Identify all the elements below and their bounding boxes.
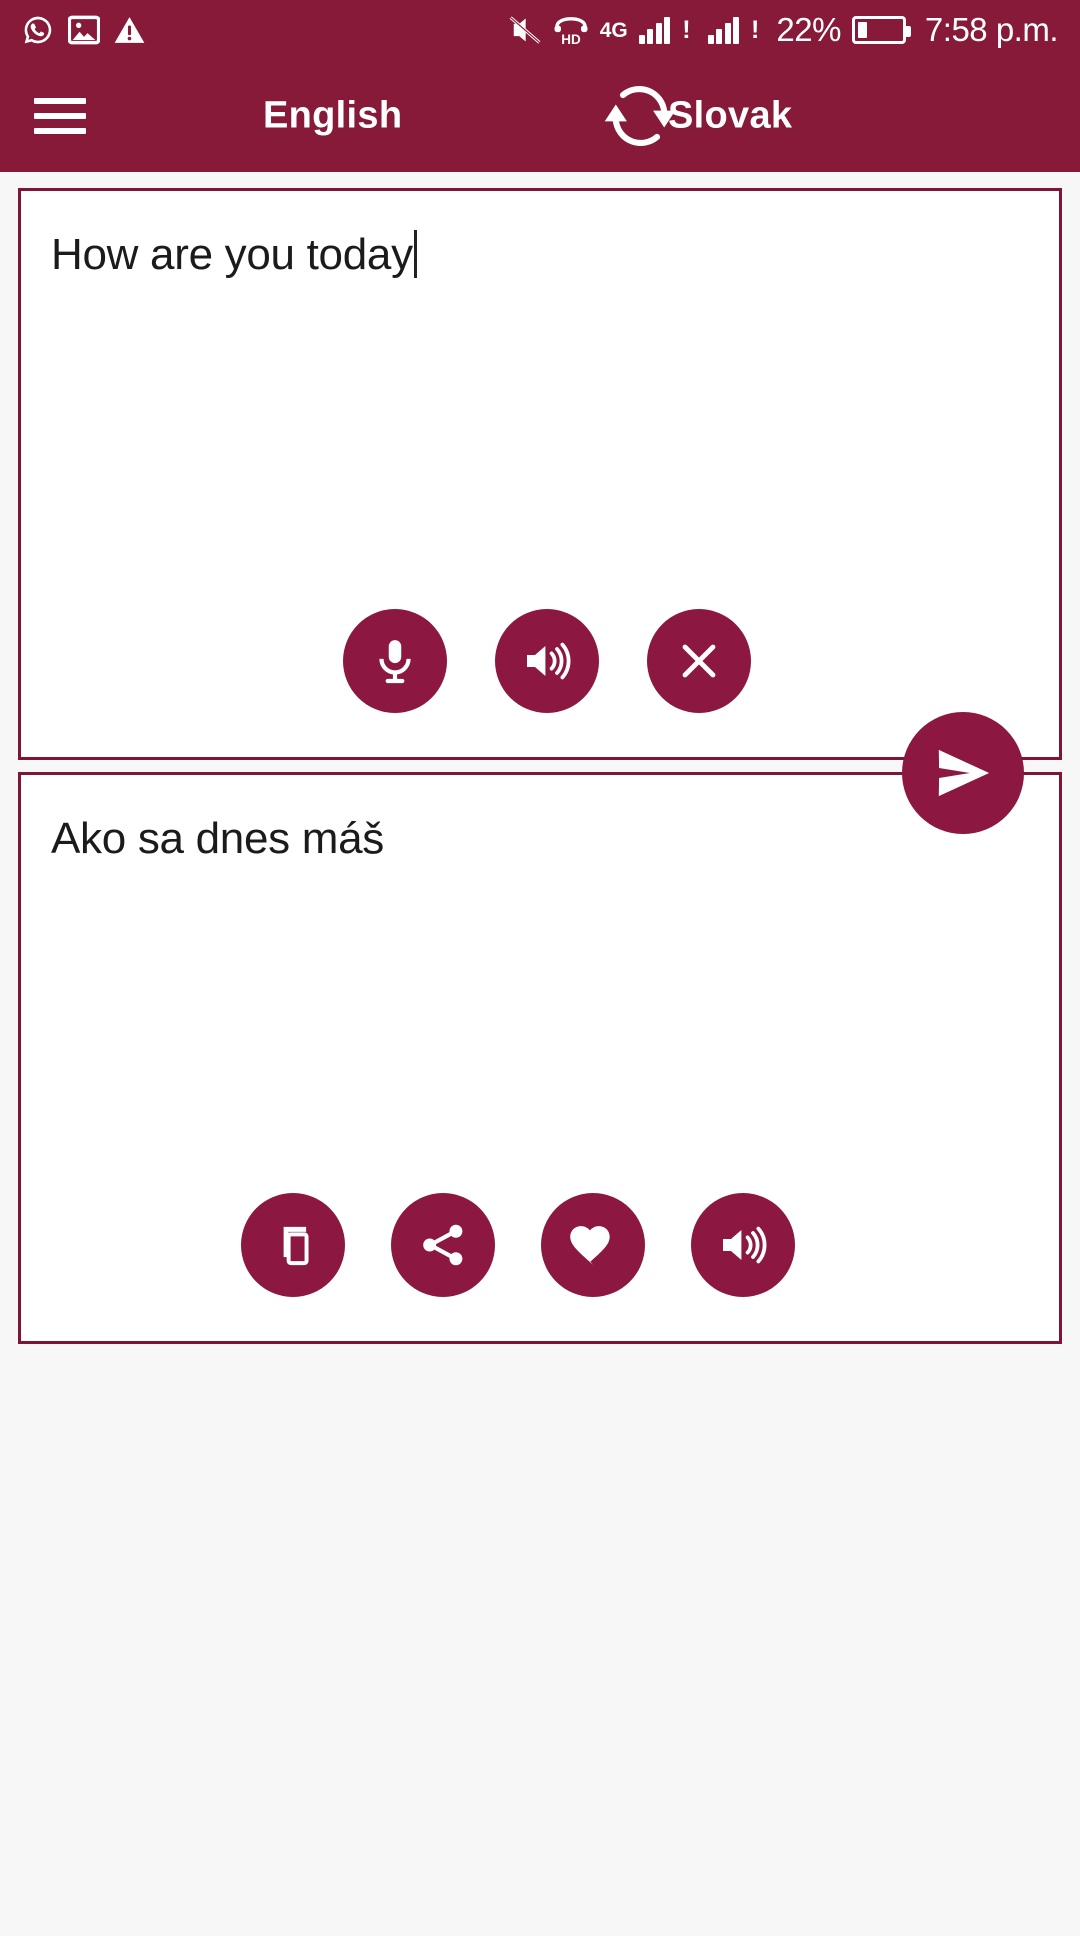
target-action-bar	[21, 1193, 1059, 1341]
whatsapp-icon	[22, 14, 54, 46]
source-text-input[interactable]: How are you today	[21, 191, 1059, 282]
source-text-value: How are you today	[51, 230, 413, 279]
status-bar: HD 4G ! ! 22% 7:58 p.m.	[0, 0, 1080, 60]
target-language-selector[interactable]: Slovak	[668, 95, 792, 138]
network-type-label: 4G	[599, 18, 628, 42]
mute-icon	[508, 15, 542, 45]
battery-percent-label: 22%	[776, 11, 841, 48]
favorite-button[interactable]	[541, 1193, 645, 1297]
source-language-selector[interactable]: English	[263, 95, 402, 138]
source-action-bar	[21, 609, 1059, 757]
listen-source-button[interactable]	[495, 609, 599, 713]
text-caret	[413, 230, 417, 278]
main-content: How are you today Ako sa dnes máš	[0, 188, 1080, 1936]
signal-bars-sim2-icon	[707, 16, 740, 44]
signal-alert-sim1: !	[682, 15, 691, 44]
hd-voice-icon: HD	[553, 14, 589, 46]
clear-text-button[interactable]	[647, 609, 751, 713]
share-button[interactable]	[391, 1193, 495, 1297]
app-bar: English Slovak	[0, 60, 1080, 172]
signal-bars-sim1-icon	[638, 16, 671, 44]
microphone-button[interactable]	[343, 609, 447, 713]
warning-icon	[114, 15, 145, 45]
listen-target-button[interactable]	[691, 1193, 795, 1297]
signal-alert-sim2: !	[751, 15, 760, 44]
target-text-card[interactable]: Ako sa dnes máš	[18, 772, 1062, 1344]
copy-button[interactable]	[241, 1193, 345, 1297]
status-bar-left-icons	[22, 14, 145, 46]
svg-text:HD: HD	[561, 32, 581, 46]
clock-label: 7:58 p.m.	[924, 11, 1059, 48]
source-text-card[interactable]: How are you today	[18, 188, 1062, 760]
translate-send-button[interactable]	[902, 712, 1024, 834]
image-icon	[68, 15, 100, 45]
status-bar-right-icons: HD 4G ! ! 22% 7:58 p.m.	[508, 11, 1059, 49]
battery-icon	[851, 16, 911, 44]
hamburger-menu-icon[interactable]	[0, 60, 120, 172]
